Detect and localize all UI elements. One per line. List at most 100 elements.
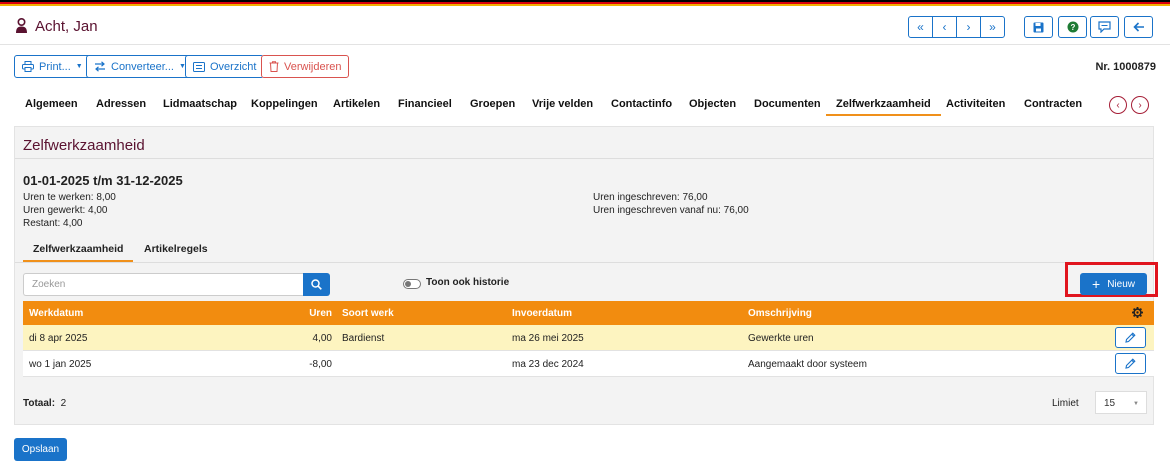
- total-label: Totaal:: [23, 398, 56, 409]
- edit-button[interactable]: [1115, 353, 1146, 374]
- edit-button[interactable]: [1115, 327, 1146, 348]
- cell-hours: -8,00: [309, 359, 332, 370]
- table-row[interactable]: wo 1 jan 2025 -8,00 ma 23 dec 2024 Aange…: [23, 351, 1154, 377]
- gear-icon[interactable]: [1132, 307, 1143, 318]
- history-toggle[interactable]: [403, 279, 421, 289]
- hours-summary-left: Uren te werken: 8,00 Uren gewerkt: 4,00 …: [23, 191, 116, 230]
- chevron-right-icon: ›: [1138, 99, 1142, 111]
- chevron-left-icon: ‹: [1116, 99, 1120, 111]
- search-icon: [311, 279, 322, 290]
- tab-algemeen[interactable]: Algemeen: [25, 93, 78, 116]
- limit-select[interactable]: 15 ▼: [1095, 391, 1147, 414]
- next-record-button[interactable]: ›: [956, 16, 981, 38]
- record-number: Nr. 1000879: [1095, 61, 1156, 73]
- help-icon: ?: [1067, 21, 1078, 33]
- tab-koppelingen[interactable]: Koppelingen: [251, 93, 318, 116]
- last-record-button[interactable]: »: [980, 16, 1005, 38]
- tab-lidmaatschap[interactable]: Lidmaatschap: [163, 93, 237, 116]
- comment-button[interactable]: [1090, 16, 1119, 38]
- col-description[interactable]: Omschrijving: [748, 308, 812, 319]
- subtab-zelfwerkzaamheid[interactable]: Zelfwerkzaamheid: [23, 241, 134, 262]
- previous-record-button[interactable]: ‹: [932, 16, 957, 38]
- title-bar: Acht, Jan « ‹ › » ?: [0, 6, 1170, 45]
- section-title: Zelfwerkzaamheid: [23, 137, 145, 154]
- limit-label: Limiet: [1052, 398, 1079, 409]
- hours-registered-from-now: Uren ingeschreven vanaf nu: 76,00: [593, 205, 749, 216]
- hours-registered: Uren ingeschreven: 76,00: [593, 192, 708, 203]
- cell-hours: 4,00: [312, 333, 332, 344]
- tab-groepen[interactable]: Groepen: [470, 93, 515, 116]
- hours-remaining: Restant: 4,00: [23, 218, 83, 229]
- person-icon: [16, 18, 27, 33]
- tab-artikelen[interactable]: Artikelen: [333, 93, 380, 116]
- exchange-icon: [95, 61, 105, 72]
- tab-adressen[interactable]: Adressen: [96, 93, 146, 116]
- comment-icon: [1098, 21, 1111, 33]
- action-toolbar: Print... ▼ Converteer... ▼ Overzicht Verwi…: [0, 54, 1170, 80]
- cell-kind: Bardienst: [342, 333, 385, 344]
- delete-label: Verwijderen: [284, 60, 342, 73]
- tab-documenten[interactable]: Documenten: [754, 93, 821, 116]
- limit-value: 15: [1104, 398, 1116, 409]
- help-button[interactable]: ?: [1058, 16, 1087, 38]
- search-button[interactable]: [303, 273, 330, 296]
- list-icon: [193, 61, 205, 72]
- convert-label: Converteer...: [111, 60, 174, 73]
- pencil-icon: [1125, 332, 1136, 343]
- arrow-left-icon: [1132, 22, 1144, 32]
- back-button[interactable]: [1124, 16, 1153, 38]
- hours-summary-right: Uren ingeschreven: 76,00 Uren ingeschrev…: [593, 191, 749, 217]
- divider: [15, 262, 1153, 263]
- printer-icon: [22, 61, 34, 72]
- tab-contactinfo[interactable]: Contactinfo: [611, 93, 672, 116]
- caret-down-icon: ▼: [1133, 401, 1139, 407]
- new-button-label: Nieuw: [1107, 278, 1135, 290]
- col-workdate[interactable]: Werkdatum: [29, 308, 83, 319]
- save-button[interactable]: Opslaan: [14, 438, 67, 461]
- plus-icon: +: [1092, 276, 1101, 292]
- pencil-icon: [1125, 358, 1136, 369]
- tab-zelfwerkzaamheid[interactable]: Zelfwerkzaamheid: [826, 93, 941, 116]
- hours-to-work: Uren te werken: 8,00: [23, 192, 116, 203]
- first-record-button[interactable]: «: [908, 16, 933, 38]
- tab-financieel[interactable]: Financieel: [398, 93, 452, 116]
- tab-activiteiten[interactable]: Activiteiten: [946, 93, 1005, 116]
- convert-button[interactable]: Converteer... ▼: [86, 55, 194, 78]
- cell-entrydate: ma 23 dec 2024: [512, 359, 584, 370]
- period-heading: 01-01-2025 t/m 31-12-2025: [23, 173, 183, 188]
- col-hours[interactable]: Uren: [309, 308, 332, 319]
- svg-text:?: ?: [1070, 23, 1075, 32]
- save-icon-button[interactable]: [1024, 16, 1053, 38]
- zelfwerkzaamheid-panel: Zelfwerkzaamheid 01-01-2025 t/m 31-12-20…: [14, 126, 1158, 425]
- cell-description: Aangemaakt door systeem: [748, 359, 867, 370]
- cell-workdate: wo 1 jan 2025: [29, 359, 92, 370]
- record-navigation: « ‹ › »: [908, 16, 1005, 38]
- delete-button[interactable]: Verwijderen: [261, 55, 350, 78]
- col-entrydate[interactable]: Invoerdatum: [512, 308, 572, 319]
- cell-entrydate: ma 26 mei 2025: [512, 333, 584, 344]
- cell-workdate: di 8 apr 2025: [29, 333, 88, 344]
- overview-button[interactable]: Overzicht: [185, 55, 265, 78]
- total-value: 2: [60, 398, 67, 409]
- page-title: Acht, Jan: [35, 18, 98, 35]
- subtab-artikelregels[interactable]: Artikelregels: [134, 241, 218, 262]
- hours-worked: Uren gewerkt: 4,00: [23, 205, 108, 216]
- tab-objecten[interactable]: Objecten: [689, 93, 736, 116]
- new-button[interactable]: + Nieuw: [1080, 273, 1147, 295]
- tabs-scroll-right-button[interactable]: ›: [1131, 96, 1149, 114]
- floppy-icon: [1033, 22, 1044, 32]
- overview-label: Overzicht: [210, 60, 257, 73]
- caret-down-icon: ▼: [75, 63, 83, 70]
- print-button[interactable]: Print... ▼: [14, 55, 91, 78]
- table-row[interactable]: di 8 apr 2025 4,00 Bardienst ma 26 mei 2…: [23, 325, 1154, 351]
- tab-contracten[interactable]: Contracten: [1024, 93, 1082, 116]
- cell-description: Gewerkte uren: [748, 333, 814, 344]
- history-toggle-label: Toon ook historie: [426, 277, 510, 288]
- col-kind[interactable]: Soort werk: [342, 308, 394, 319]
- trash-icon: [269, 61, 279, 72]
- table-header: Werkdatum Uren Soort werk Invoerdatum Om…: [23, 301, 1154, 325]
- tab-vrije-velden[interactable]: Vrije velden: [532, 93, 593, 116]
- search-input[interactable]: Zoeken: [23, 273, 304, 296]
- print-label: Print...: [39, 60, 71, 73]
- tabs-scroll-left-button[interactable]: ‹: [1109, 96, 1127, 114]
